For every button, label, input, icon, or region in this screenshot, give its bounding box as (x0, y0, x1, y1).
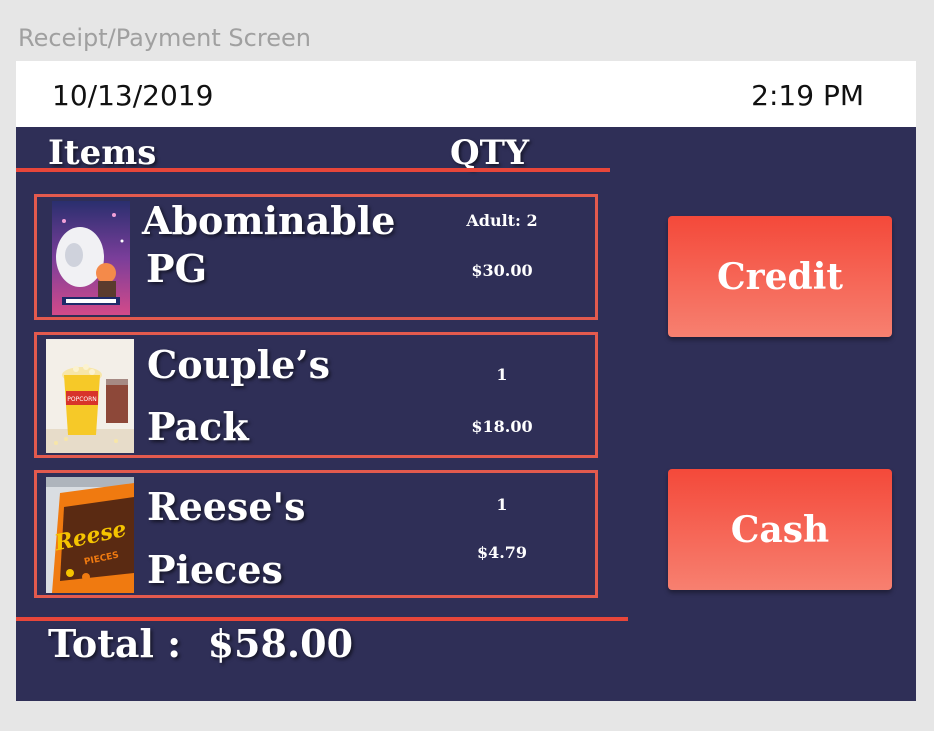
item-name: Reese's (147, 484, 306, 529)
receipt-screen: 10/13/2019 2:19 PM Items QTY Abominable … (16, 61, 916, 701)
item-qty: Adult: 2 (466, 211, 538, 230)
window-title: Receipt/Payment Screen (18, 24, 311, 52)
item-price: $18.00 (471, 417, 533, 436)
item-rating: PG (146, 246, 208, 291)
qty-column-header: QTY (450, 133, 530, 173)
abominable-poster-image (52, 201, 130, 315)
status-bar: 10/13/2019 2:19 PM (16, 61, 916, 127)
item-price: $30.00 (471, 261, 533, 280)
item-qty: 1 (496, 495, 508, 514)
time-display: 2:19 PM (751, 79, 864, 112)
date-display: 10/13/2019 (52, 79, 214, 112)
item-qty: 1 (496, 365, 508, 384)
list-item[interactable]: Abominable PG Adult: 2 $30.00 (34, 194, 598, 320)
svg-text:POPCORN: POPCORN (67, 396, 97, 403)
item-name: Couple’s (147, 342, 331, 387)
item-name: Abominable (142, 198, 396, 243)
order-total: Total : $58.00 (48, 621, 353, 666)
credit-button[interactable]: Credit (668, 216, 892, 337)
list-item[interactable]: POPCORN Couple’s Pack 1 $18.00 (34, 332, 598, 458)
header-divider (16, 168, 610, 172)
item-name-line2: Pieces (147, 547, 283, 592)
total-label: Total : (48, 621, 182, 666)
items-column-header: Items (48, 133, 157, 173)
list-item[interactable]: Reese PIECES Reese's Pieces 1 $4.79 (34, 470, 598, 598)
reeses-pieces-image: Reese PIECES (46, 477, 134, 593)
cash-button[interactable]: Cash (668, 469, 892, 590)
popcorn-drink-image: POPCORN (46, 339, 134, 453)
item-price: $4.79 (476, 543, 528, 562)
item-name-line2: Pack (147, 404, 249, 449)
total-amount: $58.00 (207, 621, 354, 666)
